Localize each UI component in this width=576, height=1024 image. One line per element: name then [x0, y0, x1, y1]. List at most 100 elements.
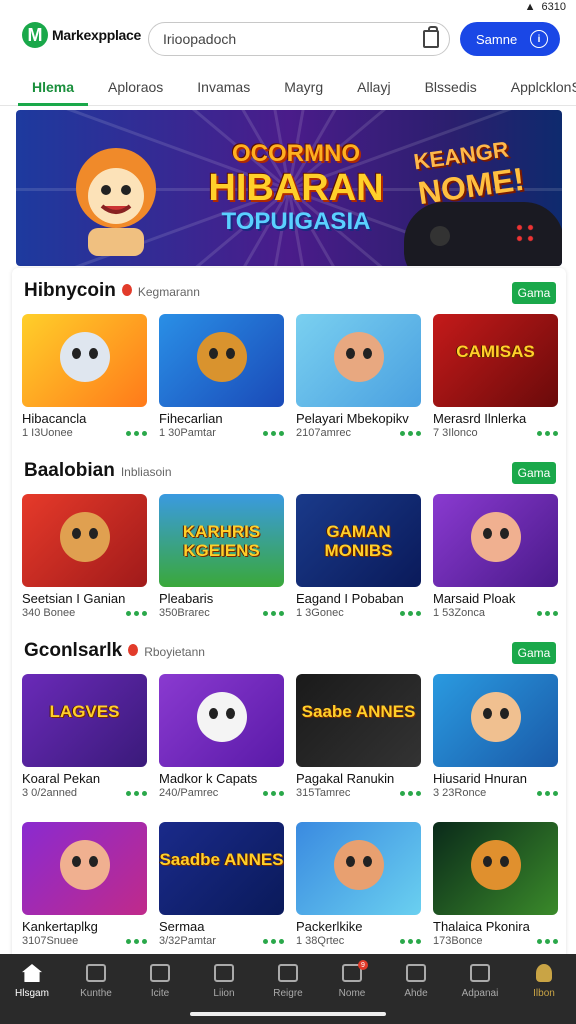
game-meta-text: 173Bonce [433, 935, 483, 947]
game-card[interactable]: Fihecarlian 1 30Pamtar [159, 314, 284, 439]
game-thumbnail[interactable]: CAMISAS [433, 314, 558, 407]
tab-5[interactable]: Blssedis [411, 68, 491, 106]
game-thumbnail[interactable] [433, 494, 558, 587]
more-options-icon[interactable] [263, 427, 284, 439]
search-placeholder: Irioopadoch [163, 31, 237, 47]
game-thumbnail[interactable]: Saabe ANNES [296, 674, 421, 767]
game-meta: 7 3Ilonco [433, 427, 558, 439]
tab-1[interactable]: Aploraos [94, 68, 177, 106]
tab-4[interactable]: Allayj [343, 68, 404, 106]
game-thumbnail[interactable] [433, 674, 558, 767]
signin-label: Samne [476, 31, 518, 47]
tab-0[interactable]: Hlema [18, 68, 89, 106]
game-thumbnail[interactable] [159, 674, 284, 767]
game-card[interactable]: Thalaica Pkonira 173Bonce [433, 822, 558, 947]
game-thumbnail[interactable]: Saadbe ANNES [159, 822, 284, 915]
section-subtitle: Inbliasoin [120, 465, 172, 479]
game-thumbnail[interactable] [159, 314, 284, 407]
game-card[interactable]: Madkor k Capats 240/Pamrec [159, 674, 284, 799]
game-name: Fihecarlian [159, 411, 223, 426]
game-card[interactable]: Hibacancla 1 I3Uonee [22, 314, 147, 439]
more-options-icon[interactable] [126, 427, 147, 439]
game-card[interactable]: Hiusarid Hnuran 3 23Ronce [433, 674, 558, 799]
more-options-icon[interactable] [126, 935, 147, 947]
game-thumbnail[interactable]: KARHRIS KGEIENS [159, 494, 284, 587]
section-title-text: Baalobian [24, 460, 115, 481]
game-card[interactable]: Pelayari Mbekopikv 2107amrec [296, 314, 421, 439]
more-options-icon[interactable] [537, 427, 558, 439]
banner-title: OCORMNO HIBARAN TOPUIGASIA [196, 140, 396, 236]
game-meta: 340 Bonee [22, 607, 147, 619]
tab-2[interactable]: Invamas [183, 68, 264, 106]
game-card[interactable]: GAMAN MONIBS Eagand I Pobaban 1 3Gonec [296, 494, 421, 619]
game-name: Merasrd Ilnlerka [433, 411, 527, 426]
logo[interactable]: M Markexpplace [22, 22, 141, 48]
bag-icon[interactable] [423, 26, 439, 48]
section-subtitle: Kegmarann [137, 285, 200, 299]
nav-label: Hlsgam [15, 988, 49, 999]
see-more-button[interactable]: Gama [512, 282, 556, 304]
more-options-icon[interactable] [400, 427, 421, 439]
banner-line-1: OCORMNO [232, 140, 360, 167]
more-options-icon[interactable] [537, 935, 558, 947]
game-meta-text: 3 0/2anned [22, 787, 78, 799]
game-thumbnail[interactable] [296, 822, 421, 915]
info-icon: i [530, 30, 548, 48]
signin-button[interactable]: Samne i [460, 22, 560, 56]
more-options-icon[interactable] [126, 607, 147, 619]
nav-item-0[interactable]: Hlsgam [0, 954, 64, 1024]
game-thumbnail[interactable] [296, 314, 421, 407]
tab-3[interactable]: Mayrg [270, 68, 337, 106]
more-options-icon[interactable] [400, 607, 421, 619]
game-card[interactable]: CAMISAS Merasrd Ilnlerka 7 3Ilonco [433, 314, 558, 439]
game-card[interactable]: Kankertaplkg 3107Snuee [22, 822, 147, 947]
nav-item-6[interactable]: Ahde [384, 954, 448, 1024]
nav-item-1[interactable]: Kunthe [64, 954, 128, 1024]
thumb-title: LAGVES [49, 702, 120, 721]
home-indicator[interactable] [190, 1012, 386, 1016]
game-meta-text: 340 Bonee [22, 607, 76, 619]
game-card[interactable]: Seetsian I Ganian 340 Bonee [22, 494, 147, 619]
game-card[interactable]: Marsaid Ploak 1 53Zonca [433, 494, 558, 619]
character-icon [471, 840, 521, 890]
nav-item-8[interactable]: Ilbon [512, 954, 576, 1024]
game-card[interactable]: KARHRIS KGEIENS Pleabaris 350Brarec [159, 494, 284, 619]
game-thumbnail[interactable] [22, 314, 147, 407]
thumb-title: KARHRIS KGEIENS [182, 522, 261, 560]
game-card[interactable]: Saabe ANNES Pagakal Ranukin 315Tamrec [296, 674, 421, 799]
game-card[interactable]: LAGVES Koaral Pekan 3 0/2anned [22, 674, 147, 799]
more-options-icon[interactable] [400, 935, 421, 947]
banner-tagline: KEANGR NOME! [412, 135, 526, 212]
see-more-button[interactable]: Gama [512, 642, 556, 664]
nav-item-7[interactable]: Adpanai [448, 954, 512, 1024]
game-thumbnail[interactable] [22, 822, 147, 915]
tab-6[interactable]: ApplcklonS [497, 68, 576, 106]
hero-banner[interactable]: OCORMNO HIBARAN TOPUIGASIA KEANGR NOME! [16, 110, 562, 266]
more-options-icon[interactable] [537, 787, 558, 799]
more-options-icon[interactable] [537, 607, 558, 619]
game-card[interactable]: Saadbe ANNES Sermaa 3/32Pamtar [159, 822, 284, 947]
more-options-icon[interactable] [263, 935, 284, 947]
thumb-title: CAMISAS [456, 342, 535, 361]
nav-item-2[interactable]: Icite [128, 954, 192, 1024]
character-icon [60, 512, 110, 562]
more-options-icon[interactable] [263, 607, 284, 619]
more-options-icon[interactable] [400, 787, 421, 799]
game-meta: 3107Snuee [22, 935, 147, 947]
game-meta: 1 53Zonca [433, 607, 558, 619]
list-icon [150, 964, 170, 982]
game-thumbnail[interactable]: GAMAN MONIBS [296, 494, 421, 587]
game-name: Hibacancla [22, 411, 87, 426]
character-icon [334, 840, 384, 890]
game-card[interactable]: Packerlkike 1 38Qrtec [296, 822, 421, 947]
more-options-icon[interactable] [263, 787, 284, 799]
game-name: Pleabaris [159, 591, 214, 606]
game-thumbnail[interactable]: LAGVES [22, 674, 147, 767]
game-thumbnail[interactable] [22, 494, 147, 587]
game-thumbnail[interactable] [433, 822, 558, 915]
more-options-icon[interactable] [126, 787, 147, 799]
search-input[interactable]: Irioopadoch [148, 22, 450, 56]
thumb-title: GAMAN MONIBS [324, 522, 393, 560]
status-bar: ▲ 6310 [525, 0, 566, 14]
see-more-button[interactable]: Gama [512, 462, 556, 484]
